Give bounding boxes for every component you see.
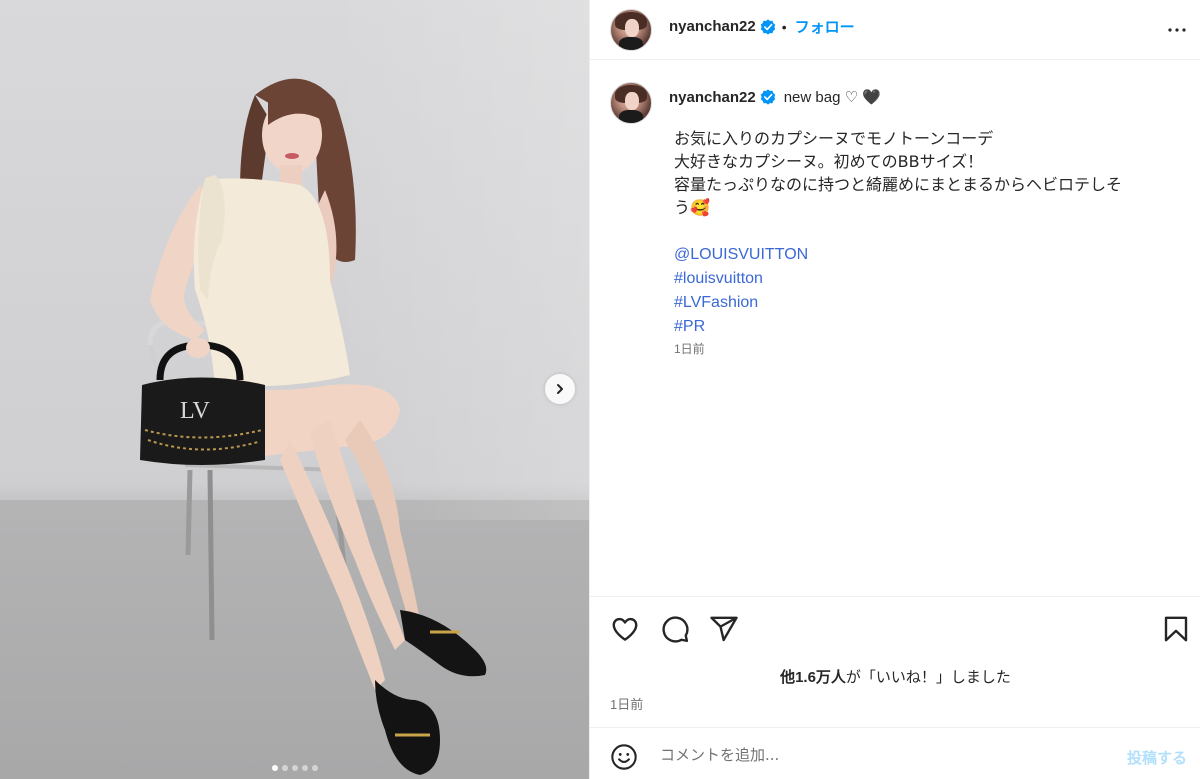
- caption-line: お気に入りのカプシーヌでモノトーンコーデ: [674, 129, 994, 148]
- bookmark-icon: [1164, 616, 1188, 642]
- carousel-dot: [281, 765, 288, 771]
- follow-button[interactable]: フォロー: [795, 16, 855, 37]
- hashtag-link[interactable]: #LVFashion: [674, 294, 758, 311]
- comment-input[interactable]: [660, 743, 1100, 767]
- caption-line: う🥰: [674, 198, 710, 217]
- action-bar: 他1.6万人が「いいね！」しました 1日前: [590, 596, 1200, 726]
- carousel-dot: [301, 765, 308, 771]
- emoji-icon: [611, 744, 637, 770]
- caption-timestamp[interactable]: 1日前: [674, 340, 705, 357]
- comment-icon: [662, 616, 689, 643]
- caption-line: 容量たっぷりなのに持つと綺麗めにまとまるからヘビロテしそ: [674, 175, 1123, 194]
- share-button[interactable]: [709, 614, 739, 649]
- hashtag-link[interactable]: #louisvuitton: [674, 270, 763, 287]
- heart-icon: [612, 617, 638, 641]
- post-details-panel: nyanchan22 • フォロー nyanchan22 new bag ♡ 🖤: [589, 0, 1200, 779]
- comment-button[interactable]: [660, 614, 690, 649]
- more-options-button[interactable]: [1165, 18, 1189, 47]
- comment-box: 投稿する: [590, 727, 1200, 779]
- caption-username-link[interactable]: nyanchan22: [669, 89, 756, 106]
- next-slide-button[interactable]: [545, 374, 575, 404]
- caption-text: お気に入りのカプシーヌでモノトーンコーデ 大好きなカプシーヌ。初めてのBBサイズ…: [674, 127, 1174, 338]
- verified-badge-icon: [760, 89, 775, 105]
- likes-count-value: 他1.6万人: [780, 669, 846, 686]
- likes-count[interactable]: 他1.6万人が「いいね！」しました: [590, 666, 1200, 687]
- carousel-dot: [291, 765, 298, 771]
- post-comment-button[interactable]: 投稿する: [1127, 747, 1187, 768]
- post-header: nyanchan22 • フォロー: [590, 0, 1200, 60]
- avatar[interactable]: [610, 9, 652, 51]
- mention-link[interactable]: @LOUISVUITTON: [674, 246, 808, 263]
- save-button[interactable]: [1161, 614, 1191, 649]
- caption-title: new bag ♡ 🖤: [783, 89, 881, 106]
- svg-text:LV: LV: [180, 398, 210, 424]
- like-button[interactable]: [610, 614, 640, 649]
- post-photo[interactable]: LV: [0, 0, 589, 779]
- hashtag-link[interactable]: #PR: [674, 318, 705, 335]
- caption-line: 大好きなカプシーヌ。初めてのBBサイズ！: [674, 152, 984, 171]
- carousel-dot: [271, 765, 278, 771]
- more-horizontal-icon: [1168, 28, 1186, 32]
- caption-section: nyanchan22 new bag ♡ 🖤 お気に入りのカプシーヌでモノトーン…: [590, 61, 1200, 596]
- carousel-indicator: [0, 765, 589, 771]
- avatar[interactable]: [610, 82, 652, 124]
- carousel-dot: [311, 765, 318, 771]
- separator-dot: •: [781, 18, 787, 35]
- verified-badge-icon: [760, 18, 775, 35]
- likes-count-text: が「いいね！」しました: [845, 669, 1011, 686]
- username-link[interactable]: nyanchan22: [669, 18, 756, 35]
- post-timestamp[interactable]: 1日前: [610, 694, 643, 713]
- chevron-right-icon: [557, 384, 563, 394]
- photo-illustration: LV: [140, 78, 487, 775]
- share-icon: [710, 616, 738, 642]
- emoji-button[interactable]: [610, 743, 638, 776]
